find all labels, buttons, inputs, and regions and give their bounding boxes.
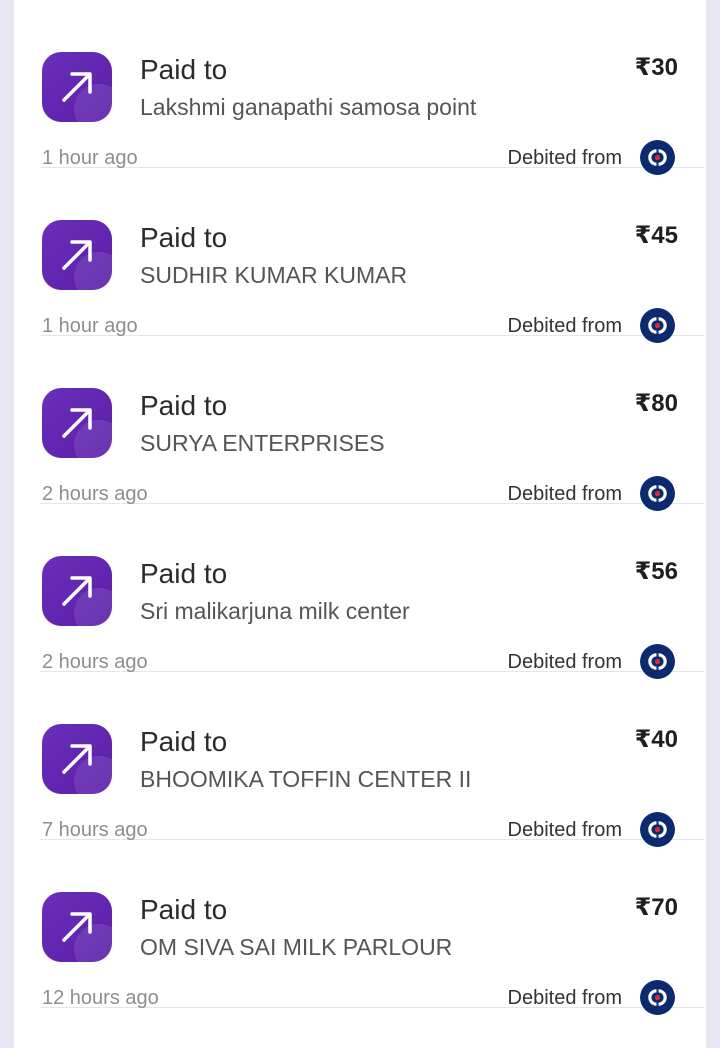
amount: ₹30 [634, 54, 678, 81]
paid-to-label: Paid to [140, 222, 228, 253]
debited-from-label: Debited from [507, 819, 623, 841]
paid-to-label: Paid to [140, 558, 228, 589]
arrow-up-right-icon [42, 556, 112, 626]
timestamp: 12 hours ago [42, 987, 159, 1009]
timestamp: 1 hour ago [42, 315, 138, 337]
payee-name: SURYA ENTERPRISES [140, 430, 385, 456]
amount: ₹45 [634, 222, 678, 249]
arrow-up-right-icon [42, 220, 112, 290]
amount: ₹80 [634, 390, 678, 417]
arrow-up-right-icon [42, 52, 112, 122]
amount: ₹40 [634, 726, 678, 753]
amount: ₹70 [634, 894, 678, 921]
payee-name: OM SIVA SAI MILK PARLOUR [140, 934, 453, 960]
timestamp: 7 hours ago [42, 819, 148, 841]
debited-from-label: Debited from [507, 315, 623, 337]
transaction-item[interactable]: Paid to SURYA ENTERPRISES ₹80 2 hours ag… [40, 336, 704, 511]
amount: ₹56 [634, 558, 678, 585]
timestamp: 2 hours ago [42, 651, 148, 673]
debited-from-label: Debited from [507, 651, 623, 673]
debited-from-label: Debited from [507, 987, 623, 1009]
transaction-item[interactable]: Paid to Sri malikarjuna milk center ₹56 … [40, 504, 704, 679]
transaction-item[interactable]: Paid to OM SIVA SAI MILK PARLOUR ₹70 12 … [40, 840, 704, 1015]
paid-to-label: Paid to [140, 894, 228, 925]
transaction-history-page: Paid to Lakshmi ganapathi samosa point ₹… [0, 0, 720, 1048]
timestamp: 2 hours ago [42, 483, 148, 505]
payee-name: Lakshmi ganapathi samosa point [140, 94, 477, 120]
transaction-item[interactable]: Paid to Lakshmi ganapathi samosa point ₹… [40, 0, 704, 175]
transaction-list: Paid to Lakshmi ganapathi samosa point ₹… [14, 0, 706, 1048]
arrow-up-right-icon [42, 388, 112, 458]
paid-to-label: Paid to [140, 390, 228, 421]
transaction-item[interactable]: Paid to SUDHIR KUMAR KUMAR ₹45 1 hour ag… [40, 168, 704, 343]
paid-to-label: Paid to [140, 726, 228, 757]
timestamp: 1 hour ago [42, 147, 138, 169]
bank-logo-icon [640, 980, 675, 1015]
paid-to-label: Paid to [140, 54, 228, 85]
arrow-up-right-icon [42, 892, 112, 962]
debited-from-label: Debited from [507, 147, 623, 169]
arrow-up-right-icon [42, 724, 112, 794]
payee-name: Sri malikarjuna milk center [140, 598, 410, 624]
debited-from-label: Debited from [507, 483, 623, 505]
payee-name: BHOOMIKA TOFFIN CENTER II [140, 766, 472, 792]
transaction-item[interactable]: Paid to BHOOMIKA TOFFIN CENTER II ₹40 7 … [40, 672, 704, 847]
payee-name: SUDHIR KUMAR KUMAR [140, 262, 408, 288]
